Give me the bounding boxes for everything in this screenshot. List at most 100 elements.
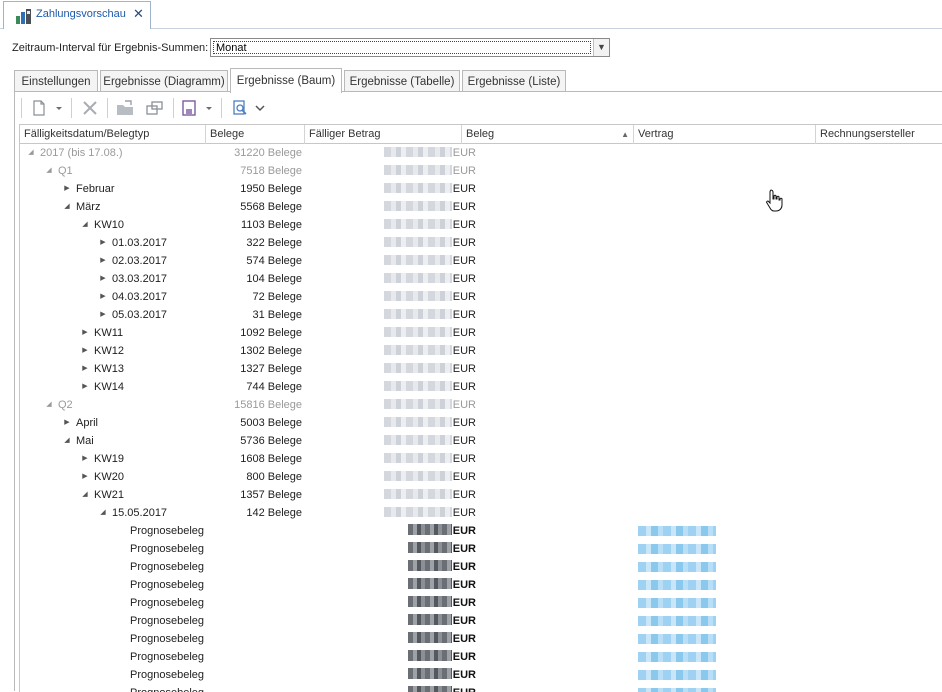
list-item[interactable]: Prognosebeleg EUR [20, 648, 942, 666]
row-count: 5568 Belege [240, 201, 302, 213]
expand-arrow-icon[interactable]: ▶ [80, 360, 90, 378]
tree-row[interactable]: ◢ 15.05.2017 142 Belege EUR [20, 504, 942, 522]
row-label: Prognosebeleg [130, 633, 205, 645]
tree-row[interactable]: ▶ Februar 1950 Belege EUR [20, 180, 942, 198]
move-folder-icon[interactable] [115, 99, 135, 117]
collapse-arrow-icon[interactable]: ◢ [62, 198, 72, 216]
collapse-arrow-icon[interactable]: ◢ [26, 144, 36, 162]
chevron-down-icon[interactable] [255, 99, 265, 117]
tab-ergebnisse-tabelle[interactable]: Ergebnisse (Tabelle) [344, 70, 460, 92]
collapse-arrow-icon[interactable]: ◢ [80, 216, 90, 234]
tab-ergebnisse-diagramm[interactable]: Ergebnisse (Diagramm) [100, 70, 228, 92]
list-item[interactable]: Prognosebeleg EUR [20, 540, 942, 558]
expand-arrow-icon[interactable]: ▶ [62, 414, 72, 432]
dropdown-arrow-icon[interactable] [205, 99, 213, 117]
tree-row[interactable]: ▶ April 5003 Belege EUR [20, 414, 942, 432]
column-header-rechnungsersteller[interactable]: Rechnungsersteller [816, 125, 942, 144]
list-item[interactable]: Prognosebeleg EUR [20, 666, 942, 684]
contract-link[interactable] [638, 652, 716, 662]
tab-ergebnisse-liste[interactable]: Ergebnisse (Liste) [462, 70, 566, 92]
document-tab-zahlungsvorschau[interactable]: Zahlungsvorschau ✕ [3, 1, 151, 29]
list-item[interactable]: Prognosebeleg EUR [20, 522, 942, 540]
row-label: Februar [76, 183, 115, 195]
column-header-faelligkeitsdatum[interactable]: Fälligkeitsdatum/Belegtyp [20, 125, 206, 144]
tree-row[interactable]: ◢ 2017 (bis 17.08.) 31220 Belege EUR [20, 144, 942, 162]
tree-row[interactable]: ◢ KW21 1357 Belege EUR [20, 486, 942, 504]
expand-arrow-icon[interactable]: ▶ [80, 450, 90, 468]
tree-row[interactable]: ◢ Mai 5736 Belege EUR [20, 432, 942, 450]
tree-row[interactable]: ▶ KW12 1302 Belege EUR [20, 342, 942, 360]
tree-row[interactable]: ▶ 04.03.2017 72 Belege EUR [20, 288, 942, 306]
tree-row[interactable]: ▶ 03.03.2017 104 Belege EUR [20, 270, 942, 288]
tree-row[interactable]: ◢ März 5568 Belege EUR [20, 198, 942, 216]
tree-row[interactable]: ▶ KW20 800 Belege EUR [20, 468, 942, 486]
chevron-down-icon[interactable]: ▼ [593, 39, 609, 56]
tab-einstellungen[interactable]: Einstellungen [14, 70, 98, 92]
expand-arrow-icon[interactable]: ▶ [80, 324, 90, 342]
interval-select[interactable]: Monat ▼ [210, 38, 610, 57]
row-count: 1103 Belege [241, 219, 302, 231]
expand-arrow-icon[interactable]: ▶ [62, 180, 72, 198]
list-item[interactable]: Prognosebeleg EUR [20, 612, 942, 630]
preview-icon[interactable] [231, 99, 249, 117]
redacted-amount [407, 560, 452, 571]
expand-arrow-icon[interactable]: ▶ [80, 342, 90, 360]
contract-link[interactable] [638, 688, 716, 692]
tree-row[interactable]: ◢ Q2 15816 Belege EUR [20, 396, 942, 414]
tree-row[interactable]: ▶ 05.03.2017 31 Belege EUR [20, 306, 942, 324]
delete-icon[interactable] [81, 99, 99, 117]
row-currency: EUR [452, 237, 476, 249]
row-currency: EUR [452, 561, 476, 573]
column-header-beleg[interactable]: Beleg ▲ [462, 125, 634, 144]
hand-cursor-icon [764, 188, 784, 215]
toolbar [15, 92, 942, 124]
dropdown-arrow-icon[interactable] [55, 99, 63, 117]
close-icon[interactable]: ✕ [133, 6, 144, 22]
contract-link[interactable] [638, 598, 716, 608]
collapse-arrow-icon[interactable]: ◢ [98, 504, 108, 522]
new-document-icon[interactable] [31, 99, 47, 117]
tree-row[interactable]: ▶ KW19 1608 Belege EUR [20, 450, 942, 468]
contract-link[interactable] [638, 634, 716, 644]
expand-arrow-icon[interactable]: ▶ [80, 378, 90, 396]
expand-arrow-icon[interactable]: ▶ [98, 288, 108, 306]
row-currency: EUR [452, 219, 476, 231]
collapse-arrow-icon[interactable]: ◢ [44, 396, 54, 414]
expand-arrow-icon[interactable]: ▶ [98, 234, 108, 252]
row-amount: EUR [370, 270, 476, 288]
row-label: 03.03.2017 [112, 273, 168, 285]
row-amount: EUR [370, 360, 476, 378]
tab-ergebnisse-baum[interactable]: Ergebnisse (Baum) [230, 68, 342, 93]
expand-arrow-icon[interactable]: ▶ [98, 252, 108, 270]
row-count: 72 Belege [252, 291, 302, 303]
list-item[interactable]: Prognosebeleg EUR [20, 576, 942, 594]
expand-arrow-icon[interactable]: ▶ [98, 306, 108, 324]
link-window-icon[interactable] [145, 99, 165, 117]
contract-link[interactable] [638, 670, 716, 680]
contract-link[interactable] [638, 526, 716, 536]
collapse-arrow-icon[interactable]: ◢ [44, 162, 54, 180]
list-item[interactable]: Prognosebeleg EUR [20, 594, 942, 612]
collapse-arrow-icon[interactable]: ◢ [80, 486, 90, 504]
tree-row[interactable]: ▶ 01.03.2017 322 Belege EUR [20, 234, 942, 252]
tree-row[interactable]: ▶ 02.03.2017 574 Belege EUR [20, 252, 942, 270]
tree-row[interactable]: ▶ KW13 1327 Belege EUR [20, 360, 942, 378]
contract-link[interactable] [638, 616, 716, 626]
expand-arrow-icon[interactable]: ▶ [98, 270, 108, 288]
tree-row[interactable]: ▶ KW11 1092 Belege EUR [20, 324, 942, 342]
collapse-arrow-icon[interactable]: ◢ [62, 432, 72, 450]
tree-row[interactable]: ◢ Q1 7518 Belege EUR [20, 162, 942, 180]
column-header-vertrag[interactable]: Vertrag [634, 125, 816, 144]
column-header-belege[interactable]: Belege [206, 125, 305, 144]
list-item[interactable]: Prognosebeleg EUR [20, 630, 942, 648]
tree-row[interactable]: ▶ KW14 744 Belege EUR [20, 378, 942, 396]
expand-arrow-icon[interactable]: ▶ [80, 468, 90, 486]
list-item[interactable]: Prognosebeleg EUR [20, 558, 942, 576]
tree-row[interactable]: ◢ KW10 1103 Belege EUR [20, 216, 942, 234]
contract-link[interactable] [638, 580, 716, 590]
row-label: Prognosebeleg [130, 543, 205, 555]
column-header-betrag[interactable]: Fälliger Betrag [305, 125, 462, 144]
save-icon[interactable] [181, 99, 197, 117]
contract-link[interactable] [638, 562, 716, 572]
contract-link[interactable] [638, 544, 716, 554]
